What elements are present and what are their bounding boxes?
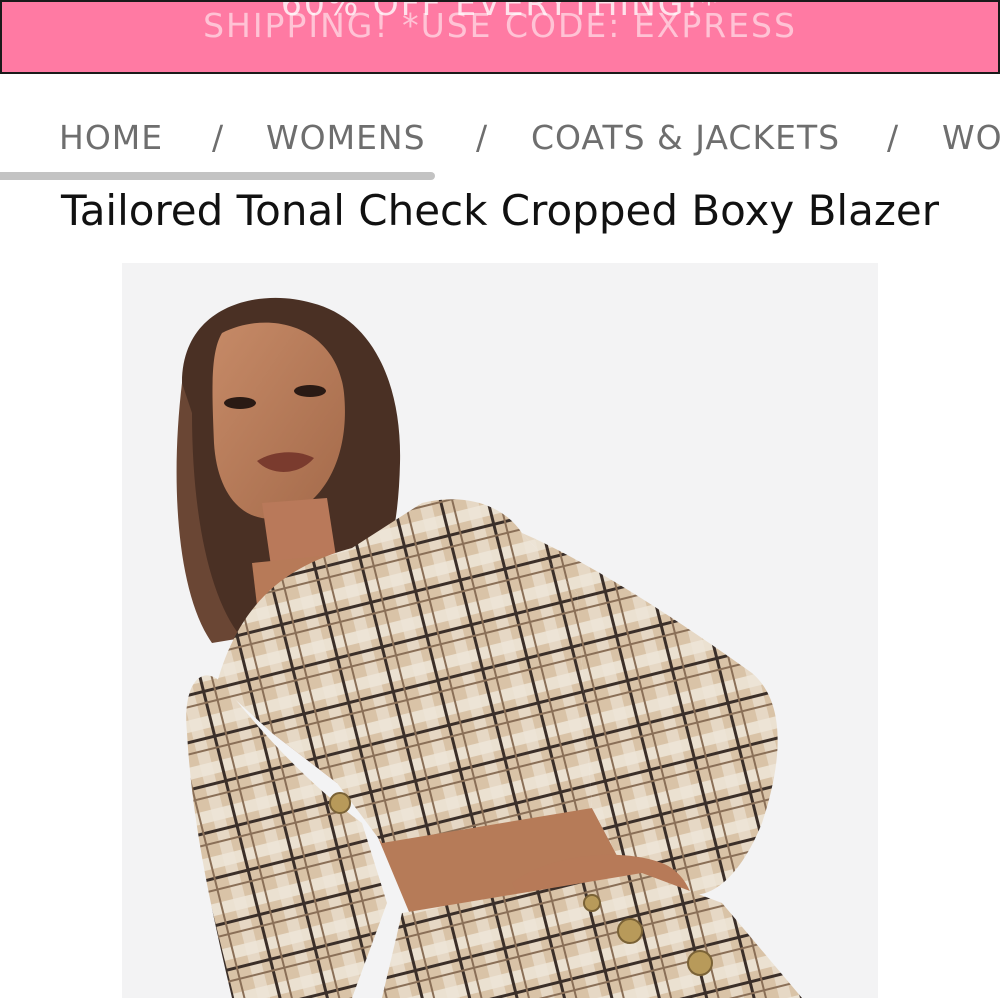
breadcrumb-womens-link[interactable]: WOMENS [266, 118, 426, 157]
product-image[interactable] [122, 263, 878, 998]
breadcrumb-separator: / [212, 118, 225, 157]
product-title: Tailored Tonal Check Cropped Boxy Blazer [60, 186, 939, 235]
promo-subline: SHIPPING! *USE CODE: EXPRESS [203, 6, 797, 45]
breadcrumb-separator: / [476, 118, 489, 157]
breadcrumb: HOME / WOMENS / COATS & JACKETS / WOMENS [0, 112, 1000, 172]
breadcrumb-womens-truncated-link[interactable]: WOMENS [942, 118, 1000, 157]
breadcrumb-coats-jackets-link[interactable]: COATS & JACKETS [531, 118, 840, 157]
breadcrumb-separator: / [887, 118, 900, 157]
promo-banner[interactable]: 60% OFF EVERYTHING!* SHIPPING! *USE CODE… [0, 0, 1000, 74]
breadcrumb-scrollbar[interactable] [0, 172, 435, 180]
breadcrumb-home-link[interactable]: HOME [59, 118, 163, 157]
product-photo-icon [122, 263, 878, 998]
